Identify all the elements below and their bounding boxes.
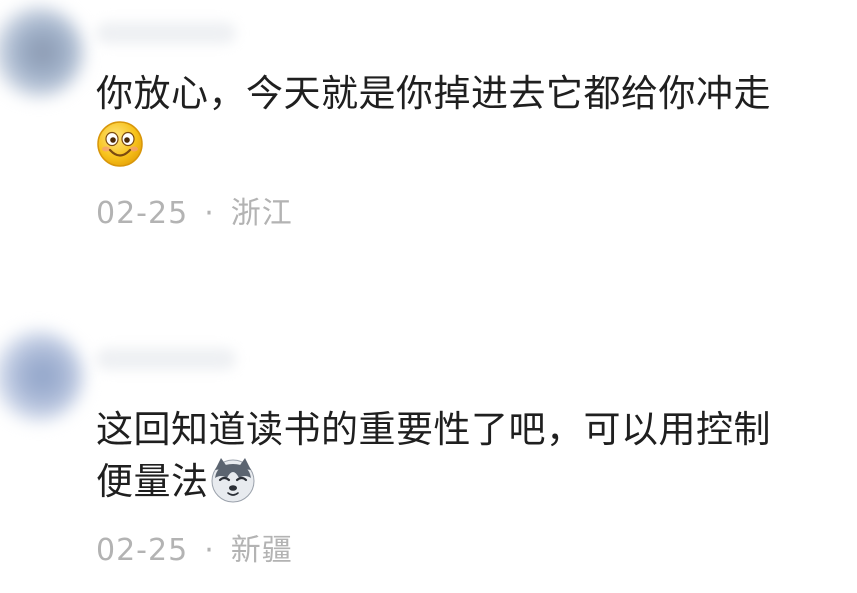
username-blurred[interactable] xyxy=(96,348,236,370)
username-blurred[interactable] xyxy=(96,22,236,44)
comment-meta: 02-25 · 浙江 xyxy=(96,188,293,232)
comment-text-line: 你放心，今天就是你掉进去它都给你冲走 xyxy=(96,72,771,115)
comment-text: 你放心，今天就是你掉进去它都给你冲走 xyxy=(96,68,816,172)
comment-location: 新疆 xyxy=(230,533,293,568)
comment-date: 02-25 xyxy=(96,196,189,231)
comment-text-line: 便量法 xyxy=(96,460,209,503)
comment-meta: 02-25 · 新疆 xyxy=(96,525,293,569)
comment-location: 浙江 xyxy=(230,196,293,231)
comment-text-line: 这回知道读书的重要性了吧，可以用控制 xyxy=(96,408,771,451)
comment-text: 这回知道读书的重要性了吧，可以用控制 便量法 xyxy=(96,404,816,508)
avatar[interactable] xyxy=(0,330,84,422)
avatar[interactable] xyxy=(0,6,84,98)
meta-separator: · xyxy=(204,196,215,231)
smiley-face-icon xyxy=(97,121,143,167)
meta-separator: · xyxy=(204,533,215,568)
comment-date: 02-25 xyxy=(96,533,189,568)
comment-item[interactable]: 这回知道读书的重要性了吧，可以用控制 便量法 02-25 · 新疆 xyxy=(0,320,857,593)
comment-item[interactable]: 你放心，今天就是你掉进去它都给你冲走 02-25 · 浙江 xyxy=(0,0,857,300)
husky-dog-icon xyxy=(211,458,254,503)
